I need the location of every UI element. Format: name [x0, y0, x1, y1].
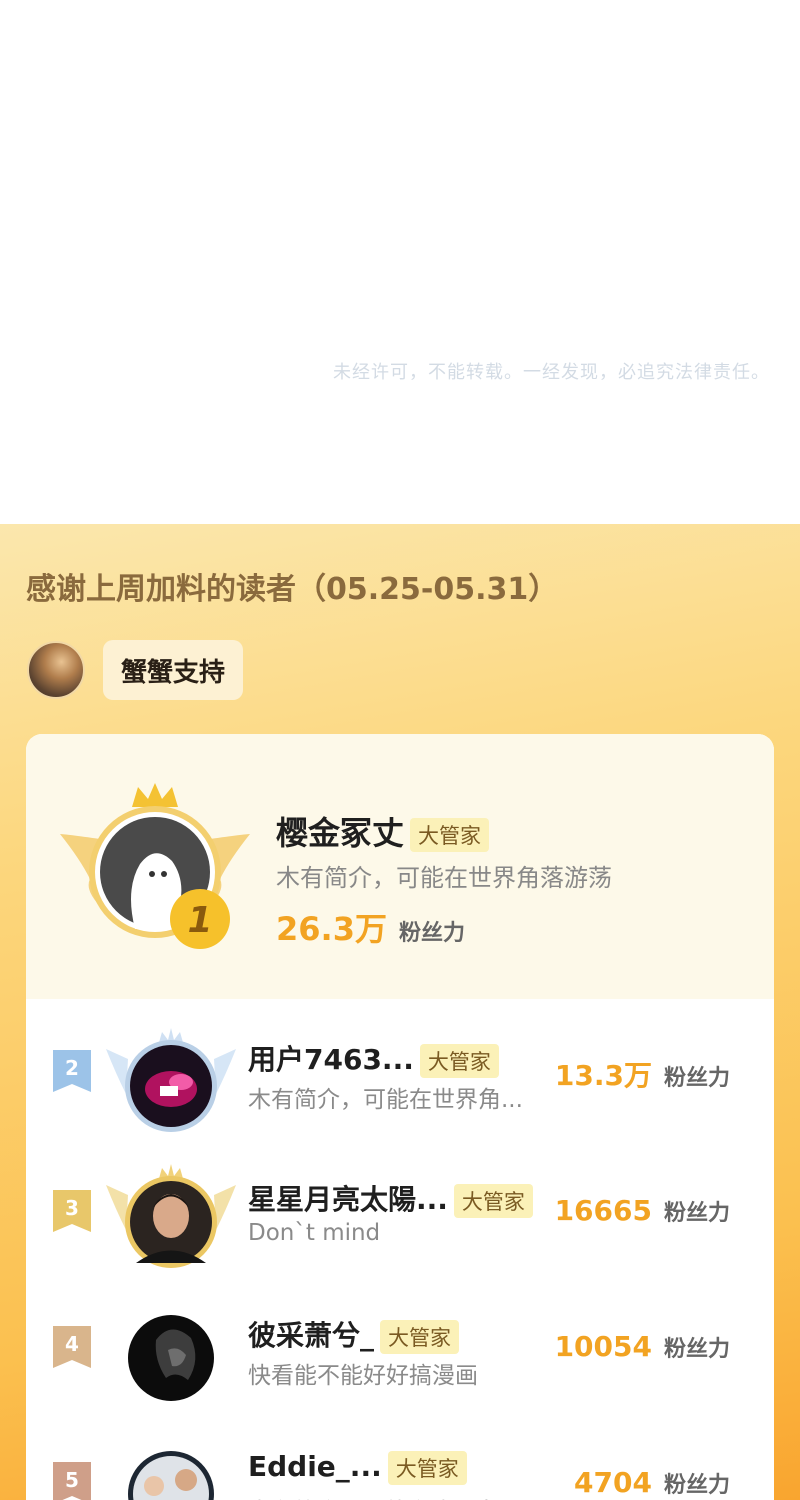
score-value: 16665 — [554, 1194, 652, 1227]
row-desc: Don`t mind — [248, 1220, 381, 1246]
svg-text:1: 1 — [187, 900, 212, 941]
row-name-text: 用户7463... — [248, 1043, 414, 1076]
avatar — [106, 1164, 236, 1268]
score-unit: 粉丝力 — [398, 921, 465, 946]
role-tag: 大管家 — [410, 818, 490, 852]
role-tag: 大管家 — [453, 1184, 533, 1218]
svg-text:3: 3 — [65, 1196, 79, 1220]
top-supporter-name: 樱金冢丈 大管家 — [276, 808, 490, 854]
row-score: 10054 粉丝力 — [555, 1330, 730, 1363]
score-value: 10054 — [554, 1330, 652, 1363]
list-item[interactable]: 2 用户7463... 大管家 木有简介，可能在世界角... 13.3万 粉丝力 — [26, 1024, 774, 1144]
list-item[interactable]: 5 Eddie_...大管家 木有简介，可能在世界角... 4704 粉丝力 — [26, 1436, 774, 1500]
top-name-text: 樱金冢丈 — [276, 814, 405, 852]
score-value: 26.3万 — [276, 910, 387, 948]
row-name-text: Eddie_... — [248, 1450, 382, 1483]
score-value: 4704 — [574, 1466, 652, 1499]
avatar — [106, 1028, 236, 1132]
row-desc: 木有简介，可能在世界角... — [248, 1087, 523, 1113]
row-name-text: 星星月亮太陽... — [248, 1183, 448, 1216]
rank-3-ribbon-icon: 3 — [53, 1190, 91, 1232]
list-item[interactable]: 3 星星月亮太陽... 大管家 Don`t mind 16665 粉丝力 — [26, 1164, 774, 1284]
svg-text:5: 5 — [65, 1468, 79, 1492]
row-name: 星星月亮太陽... 大管家 — [248, 1178, 533, 1218]
row-name-text: 彼采萧兮_ — [248, 1319, 375, 1352]
top-supporter[interactable]: 1 樱金冢丈 大管家 木有简介，可能在世界角落游荡 26.3万 粉丝力 — [26, 734, 774, 999]
score-unit: 粉丝力 — [663, 1337, 730, 1362]
svg-text:2: 2 — [65, 1056, 79, 1080]
score-unit: 粉丝力 — [663, 1473, 730, 1498]
row-desc: 木有简介，可能在世界角... — [248, 1492, 523, 1500]
role-tag: 大管家 — [387, 1451, 467, 1485]
support-label[interactable]: 蟹蟹支持 — [103, 640, 244, 700]
score-unit: 粉丝力 — [663, 1201, 730, 1226]
score-value: 13.3万 — [554, 1059, 652, 1092]
rank-1-badge-icon: 1 — [60, 783, 250, 949]
copyright-notice: 未经许可，不能转载。一经发现，必追究法律责任。 — [333, 362, 770, 383]
panel-title: 感谢上周加料的读者（05.25-05.31） — [26, 572, 559, 607]
supporters-panel: 感谢上周加料的读者（05.25-05.31） 蟹蟹支持 1 樱金冢丈 大管家 木… — [0, 524, 800, 1500]
score-unit: 粉丝力 — [663, 1066, 730, 1091]
top-supporter-score: 26.3万 粉丝力 — [276, 904, 465, 950]
row-score: 13.3万 粉丝力 — [555, 1054, 730, 1094]
row-name: 用户7463... 大管家 — [248, 1038, 499, 1078]
row-score: 16665 粉丝力 — [555, 1194, 730, 1227]
avatar — [128, 1315, 214, 1401]
role-tag: 大管家 — [419, 1044, 499, 1078]
svg-text:4: 4 — [65, 1332, 79, 1356]
avatar — [128, 1451, 214, 1500]
row-name: Eddie_... 大管家 — [248, 1450, 467, 1485]
avatar[interactable] — [27, 641, 85, 699]
role-tag: 大管家 — [380, 1320, 460, 1354]
top-supporter-desc: 木有简介，可能在世界角落游荡 — [276, 864, 612, 892]
row-desc: 快看能不能好好搞漫画 — [248, 1363, 478, 1389]
rank-5-ribbon-icon: 5 — [53, 1462, 91, 1500]
rank-4-ribbon-icon: 4 — [53, 1326, 91, 1368]
row-score: 4704 粉丝力 — [574, 1466, 730, 1499]
ranking-card: 1 樱金冢丈 大管家 木有简介，可能在世界角落游荡 26.3万 粉丝力 2 用户… — [26, 734, 774, 1500]
list-item[interactable]: 4 彼采萧兮_ 大管家 快看能不能好好搞漫画 10054 粉丝力 — [26, 1300, 774, 1420]
rank-2-ribbon-icon: 2 — [53, 1050, 91, 1092]
row-name: 彼采萧兮_ 大管家 — [248, 1314, 460, 1354]
